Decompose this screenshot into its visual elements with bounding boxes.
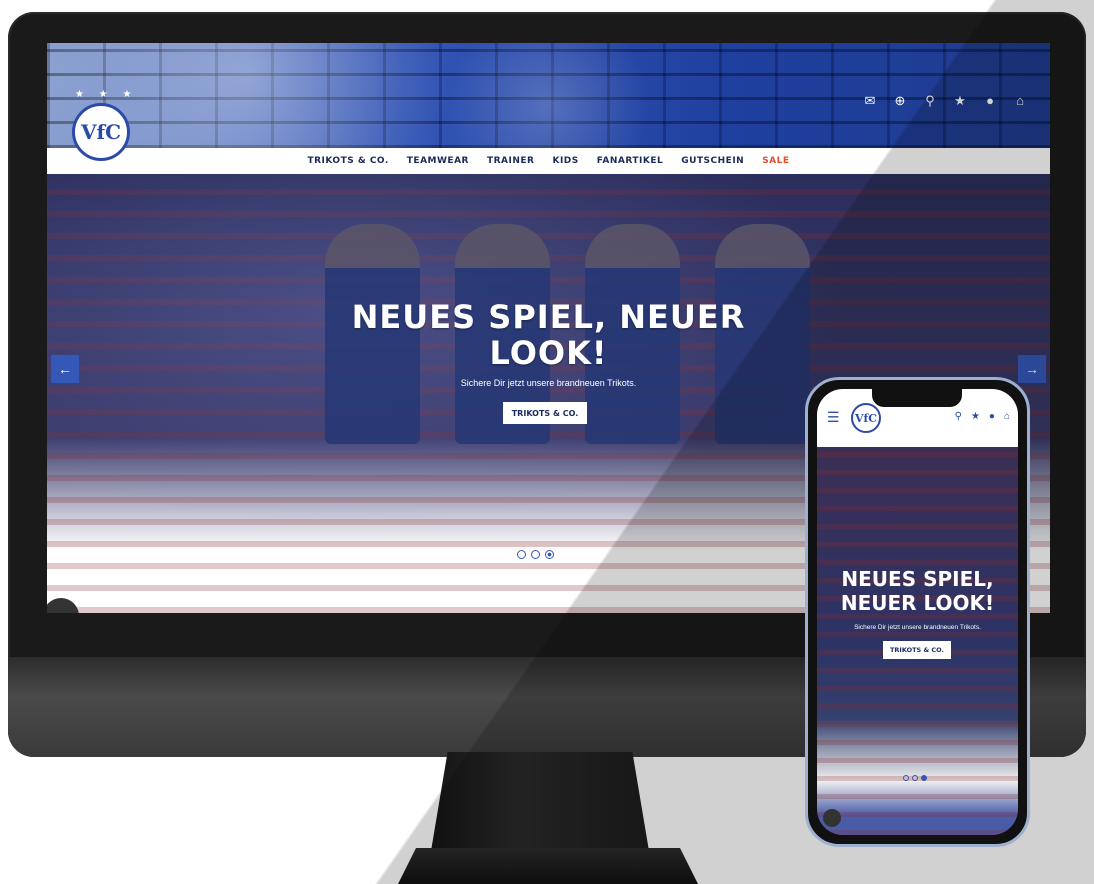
globe-icon[interactable]: ⊕ [892, 93, 908, 109]
mobile-club-logo[interactable]: VfC [851, 403, 881, 433]
phone-notch [872, 389, 962, 407]
hamburger-menu-icon[interactable]: ☰ [827, 409, 840, 426]
mobile-slider-dots [903, 775, 927, 781]
basket-icon[interactable]: ⌂ [1004, 411, 1010, 422]
mobile-screen: ☰ VfC ⚲ ★ ● ⌂ NEUES SPIEL, NEUER LOOK! S… [817, 389, 1018, 835]
phone-frame: ☰ VfC ⚲ ★ ● ⌂ NEUES SPIEL, NEUER LOOK! S… [805, 377, 1030, 847]
nav-item-gutschein[interactable]: GUTSCHEIN [681, 156, 744, 166]
mobile-slider-dot-1[interactable] [903, 775, 909, 781]
main-nav: TRIKOTS & CO. TEAMWEAR TRAINER KIDS FANA… [47, 148, 1050, 174]
header-icons: ✉ ⊕ ⚲ ★ ● ⌂ [862, 93, 1028, 109]
user-icon[interactable]: ● [989, 411, 995, 422]
site-header: ✉ ⊕ ⚲ ★ ● ⌂ [47, 43, 1050, 148]
mobile-hero-title-line-2: NEUER LOOK! [840, 591, 995, 615]
logo-stars: ★ ★ ★ [75, 89, 138, 100]
star-icon[interactable]: ★ [952, 93, 968, 109]
chat-widget-icon[interactable] [47, 598, 79, 613]
search-icon[interactable]: ⚲ [955, 411, 962, 422]
user-icon[interactable]: ● [982, 93, 998, 109]
mobile-header-icons: ⚲ ★ ● ⌂ [955, 411, 1010, 422]
prev-slide-arrow-icon[interactable]: ← [51, 355, 79, 383]
monitor-stand [430, 752, 650, 857]
basket-icon[interactable]: ⌂ [1012, 93, 1028, 109]
mobile-slider-dot-2[interactable] [912, 775, 918, 781]
mobile-hero: NEUES SPIEL, NEUER LOOK! Sichere Dir jet… [817, 447, 1018, 835]
mobile-slider-dot-3[interactable] [921, 775, 927, 781]
hero-title-line-2: LOOK! [489, 334, 608, 372]
slider-dots [517, 550, 554, 559]
monitor-stand-base [398, 848, 698, 884]
mobile-hero-cta-button[interactable]: TRIKOTS & CO. [883, 641, 951, 659]
hero-title: NEUES SPIEL, NEUER LOOK! [47, 299, 1050, 371]
mobile-hero-title: NEUES SPIEL, NEUER LOOK! [817, 567, 1018, 615]
search-icon[interactable]: ⚲ [922, 93, 938, 109]
slider-dot-3[interactable] [545, 550, 554, 559]
slider-dot-2[interactable] [531, 550, 540, 559]
mobile-hero-subtitle: Sichere Dir jetzt unsere brandneuen Trik… [854, 624, 981, 631]
club-logo[interactable]: VfC [72, 103, 130, 161]
nav-item-sale[interactable]: SALE [762, 156, 789, 166]
nav-item-teamwear[interactable]: TEAMWEAR [407, 156, 469, 166]
mobile-hero-title-line-1: NEUES SPIEL, [841, 567, 994, 591]
nav-item-trainer[interactable]: TRAINER [487, 156, 535, 166]
star-icon[interactable]: ★ [971, 411, 980, 422]
newsletter-icon[interactable]: ✉ [862, 93, 878, 109]
hero-cta-button[interactable]: TRIKOTS & CO. [503, 402, 587, 424]
next-slide-arrow-icon[interactable]: → [1018, 355, 1046, 383]
hero-title-line-1: NEUES SPIEL, NEUER [351, 298, 746, 336]
nav-item-fanartikel[interactable]: FANARTIKEL [597, 156, 663, 166]
mobile-chat-widget-icon[interactable] [823, 809, 841, 827]
nav-item-kids[interactable]: KIDS [552, 156, 578, 166]
nav-item-trikots[interactable]: TRIKOTS & CO. [307, 156, 388, 166]
slider-dot-1[interactable] [517, 550, 526, 559]
